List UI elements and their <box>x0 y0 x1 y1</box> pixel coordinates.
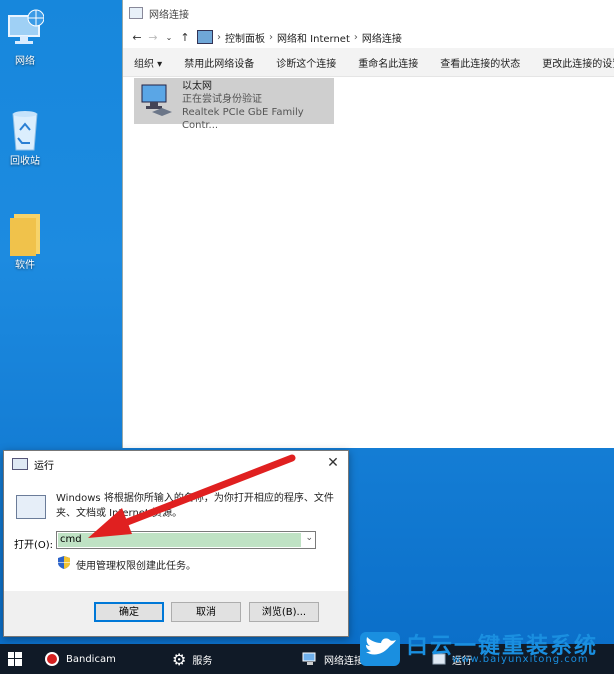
address-bar[interactable]: ← → ⌄ ↑ › 控制面板 › 网络和 Internet › 网络连接 <box>123 26 614 48</box>
bird-logo-icon <box>360 632 400 666</box>
windows-logo-icon <box>8 652 22 666</box>
uac-shield-icon <box>58 556 70 569</box>
breadcrumb-separator: › <box>269 31 273 43</box>
recycle-bin-icon <box>6 108 44 151</box>
dialog-description: Windows 将根据你所输入的名称，为你打开相应的程序、文件夹、文档或 Int… <box>56 493 334 519</box>
close-icon[interactable]: ✕ <box>324 455 342 473</box>
breadcrumb-control-panel[interactable]: 控制面板 <box>225 30 265 45</box>
desktop-icon-folder[interactable]: 软件 <box>2 212 48 271</box>
taskbar-item-bandicam[interactable]: Bandicam <box>44 644 116 674</box>
taskbar-item-network-connections[interactable]: 网络连接 <box>302 644 364 674</box>
dialog-titlebar: 运行 <box>4 451 348 477</box>
breadcrumb-separator: › <box>217 31 221 43</box>
desktop-icon-label: 回收站 <box>10 156 40 167</box>
control-panel-icon <box>197 30 213 44</box>
start-button[interactable] <box>8 644 22 674</box>
disable-device-button[interactable]: 禁用此网络设备 <box>173 55 265 70</box>
organize-button[interactable]: 组织 ▾ <box>123 55 173 70</box>
open-input-value[interactable]: cmd <box>58 533 301 547</box>
network-icon <box>302 652 316 665</box>
record-icon <box>45 652 59 666</box>
breadcrumb-network-connections[interactable]: 网络连接 <box>362 30 402 45</box>
run-dialog: 运行 ✕ Windows 将根据你所输入的名称，为你打开相应的程序、文件夹、文档… <box>3 450 349 637</box>
taskbar-label: 服务 <box>192 655 213 667</box>
window-titlebar: 网络连接 <box>123 0 614 26</box>
recent-chevron-icon[interactable]: ⌄ <box>161 33 177 42</box>
network-connections-window: 网络连接 ← → ⌄ ↑ › 控制面板 › 网络和 Internet › 网络连… <box>122 0 614 448</box>
network-computer-icon <box>6 8 45 48</box>
watermark-url: www.baiyunxitong.com <box>452 654 589 665</box>
window-title: 网络连接 <box>149 9 189 21</box>
forward-arrow-icon[interactable]: → <box>145 31 161 44</box>
taskbar-label: 网络连接 <box>324 655 364 667</box>
connection-name: 以太网 <box>182 81 212 92</box>
open-input[interactable]: cmd ⌄ <box>56 531 316 549</box>
change-settings-button[interactable]: 更改此连接的设置 <box>531 55 614 70</box>
diagnose-button[interactable]: 诊断这个连接 <box>265 55 347 70</box>
ethernet-adapter-icon <box>138 82 176 118</box>
taskbar-item-services[interactable]: ⚙ 服务 <box>172 644 212 674</box>
cancel-button[interactable]: 取消 <box>171 602 241 622</box>
dialog-title: 运行 <box>34 460 54 472</box>
folder-icon <box>6 212 44 256</box>
desktop-icon-recycle-bin[interactable]: 回收站 <box>2 108 48 167</box>
run-program-icon <box>16 495 46 519</box>
run-icon <box>12 458 28 470</box>
gear-icon: ⚙ <box>172 649 187 669</box>
connection-status: 正在尝试身份验证 <box>182 94 262 105</box>
chevron-down-icon[interactable]: ⌄ <box>305 533 313 543</box>
view-status-button[interactable]: 查看此连接的状态 <box>429 55 531 70</box>
up-arrow-icon[interactable]: ↑ <box>177 31 193 44</box>
ok-button[interactable]: 确定 <box>94 602 164 622</box>
window-icon <box>129 7 143 19</box>
connection-item-ethernet[interactable]: 以太网 正在尝试身份验证 Realtek PCIe GbE Family Con… <box>134 78 334 131</box>
watermark: 白云一键重装系统 www.baiyunxitong.com <box>360 628 610 672</box>
taskbar-label: Bandicam <box>66 653 116 665</box>
admin-note: 使用管理权限创建此任务。 <box>76 561 196 572</box>
rename-button[interactable]: 重命名此连接 <box>347 55 429 70</box>
browse-button[interactable]: 浏览(B)... <box>249 602 319 622</box>
desktop-icon-label: 软件 <box>15 260 35 271</box>
desktop-icon-network[interactable]: 网络 <box>2 8 48 67</box>
desktop-icon-label: 网络 <box>15 56 35 67</box>
breadcrumb-separator: › <box>353 31 358 43</box>
back-arrow-icon[interactable]: ← <box>129 31 145 44</box>
open-label: 打开(O): <box>14 540 54 551</box>
breadcrumb-network-internet[interactable]: 网络和 Internet <box>277 30 350 45</box>
connection-adapter: Realtek PCIe GbE Family Contr... <box>182 107 304 131</box>
command-bar: 组织 ▾ 禁用此网络设备 诊断这个连接 重命名此连接 查看此连接的状态 更改此连… <box>123 48 614 77</box>
